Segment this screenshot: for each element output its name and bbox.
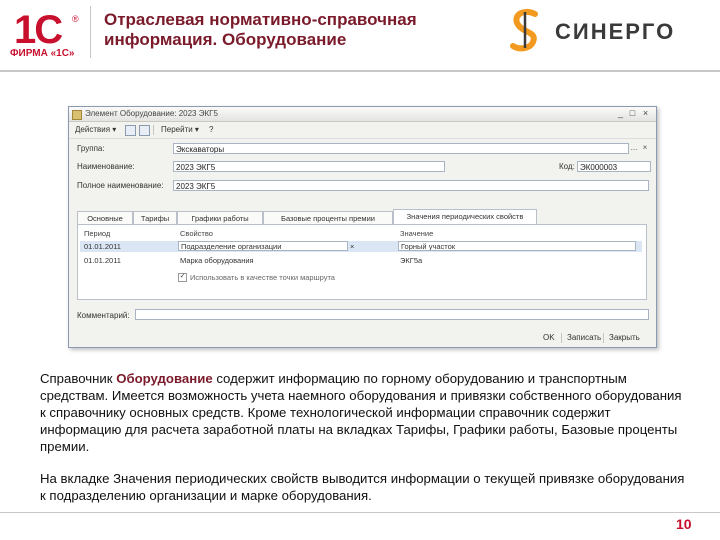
ok-button[interactable]: OK <box>543 332 555 344</box>
sinergo-text: СИНЕРГО <box>555 19 676 44</box>
close-button[interactable]: Закрыть <box>609 332 640 344</box>
save-button[interactable]: Записать <box>567 332 601 344</box>
window-icon <box>72 110 82 120</box>
window-titlebar: Элемент Оборудование: 2023 ЭКГ5 _ □ × <box>69 107 656 122</box>
toolbar-separator <box>153 125 154 135</box>
header-rule <box>0 70 720 72</box>
row-property[interactable]: Подразделение организации <box>178 241 348 251</box>
group-label: Группа: <box>77 144 105 153</box>
row-value[interactable]: Горный участок <box>398 241 636 251</box>
minimize-icon[interactable]: _ <box>615 108 626 119</box>
tab-tariffs[interactable]: Тарифы <box>133 211 177 224</box>
row-property: Марка оборудования <box>180 256 254 265</box>
page-number: 10 <box>676 516 692 532</box>
route-point-label: Использовать в качестве точки маршрута <box>190 273 335 282</box>
help-button[interactable]: ? <box>209 125 213 134</box>
logo-registered-mark: ® <box>72 14 79 24</box>
sinergo-s-icon <box>510 8 538 52</box>
row-period: 01.01.2011 <box>84 242 121 251</box>
refresh-icon[interactable] <box>139 125 150 136</box>
close-icon[interactable]: × <box>640 108 651 119</box>
logo-1c: 1С ® ФИРМА «1С» <box>8 8 86 62</box>
button-separator <box>561 333 562 343</box>
row-period: 01.01.2011 <box>84 256 121 265</box>
tab-periodic-properties[interactable]: Значения периодических свойств <box>393 209 537 224</box>
comment-label: Комментарий: <box>77 311 130 320</box>
name-field[interactable]: 2023 ЭКГ5 <box>173 161 445 172</box>
route-point-checkbox[interactable]: ✓ <box>178 273 187 282</box>
table-row[interactable]: 01.01.2011 Марка оборудования ЭКГ5а <box>80 255 642 266</box>
tab-schedules[interactable]: Графики работы <box>177 211 263 224</box>
tab-main[interactable]: Основные <box>77 211 133 224</box>
copy-icon[interactable] <box>125 125 136 136</box>
maximize-icon[interactable]: □ <box>627 108 638 119</box>
p1-highlight: Оборудование <box>116 371 213 386</box>
title-line-2: информация. Оборудование <box>104 30 347 49</box>
fullname-label: Полное наименование: <box>77 181 164 190</box>
description-paragraph-2: На вкладке Значения периодических свойст… <box>40 471 685 503</box>
col-header-value: Значение <box>400 229 434 238</box>
page-title: Отраслевая нормативно-справочная информа… <box>104 10 474 50</box>
logo-1c-mark: 1С <box>14 8 63 52</box>
footer-rule <box>0 512 720 513</box>
button-separator <box>603 333 604 343</box>
row-value: ЭКГ5а <box>400 256 423 265</box>
table-row[interactable]: 01.01.2011 Подразделение организации × Г… <box>80 241 642 252</box>
actions-menu[interactable]: Действия ▾ <box>75 125 116 134</box>
name-label: Наименование: <box>77 162 135 171</box>
header-divider <box>90 6 91 58</box>
description-paragraph-1: Справочник Оборудование содержит информа… <box>40 370 690 455</box>
title-line-1: Отраслевая нормативно-справочная <box>104 10 417 29</box>
goto-menu[interactable]: Перейти ▾ <box>161 125 199 134</box>
fullname-field[interactable]: 2023 ЭКГ5 <box>173 180 649 191</box>
tab-bonus-percent[interactable]: Базовые проценты премии <box>263 211 393 224</box>
logo-sinergo: СИНЕРГО <box>505 8 715 52</box>
group-clear-icon[interactable]: × <box>640 143 650 154</box>
col-header-property: Свойство <box>180 229 213 238</box>
window-toolbar: Действия ▾ Перейти ▾ ? <box>69 122 656 139</box>
p1-prefix: Справочник <box>40 371 117 386</box>
window-title: Элемент Оборудование: 2023 ЭКГ5 <box>85 109 218 118</box>
logo-firma-text: ФИРМА «1С» <box>10 48 75 59</box>
comment-field[interactable] <box>135 309 649 320</box>
code-field[interactable]: ЭК000003 <box>577 161 651 172</box>
group-select-button[interactable]: ... <box>629 143 639 154</box>
dropdown-icon[interactable]: × <box>350 242 354 251</box>
equipment-window: Элемент Оборудование: 2023 ЭКГ5 _ □ × Де… <box>68 106 657 348</box>
periodic-properties-panel: Период Свойство Значение 01.01.2011 Подр… <box>77 224 647 300</box>
col-header-period: Период <box>84 229 111 238</box>
group-field[interactable]: Экскаваторы <box>173 143 629 154</box>
code-label: Код: <box>559 162 575 171</box>
